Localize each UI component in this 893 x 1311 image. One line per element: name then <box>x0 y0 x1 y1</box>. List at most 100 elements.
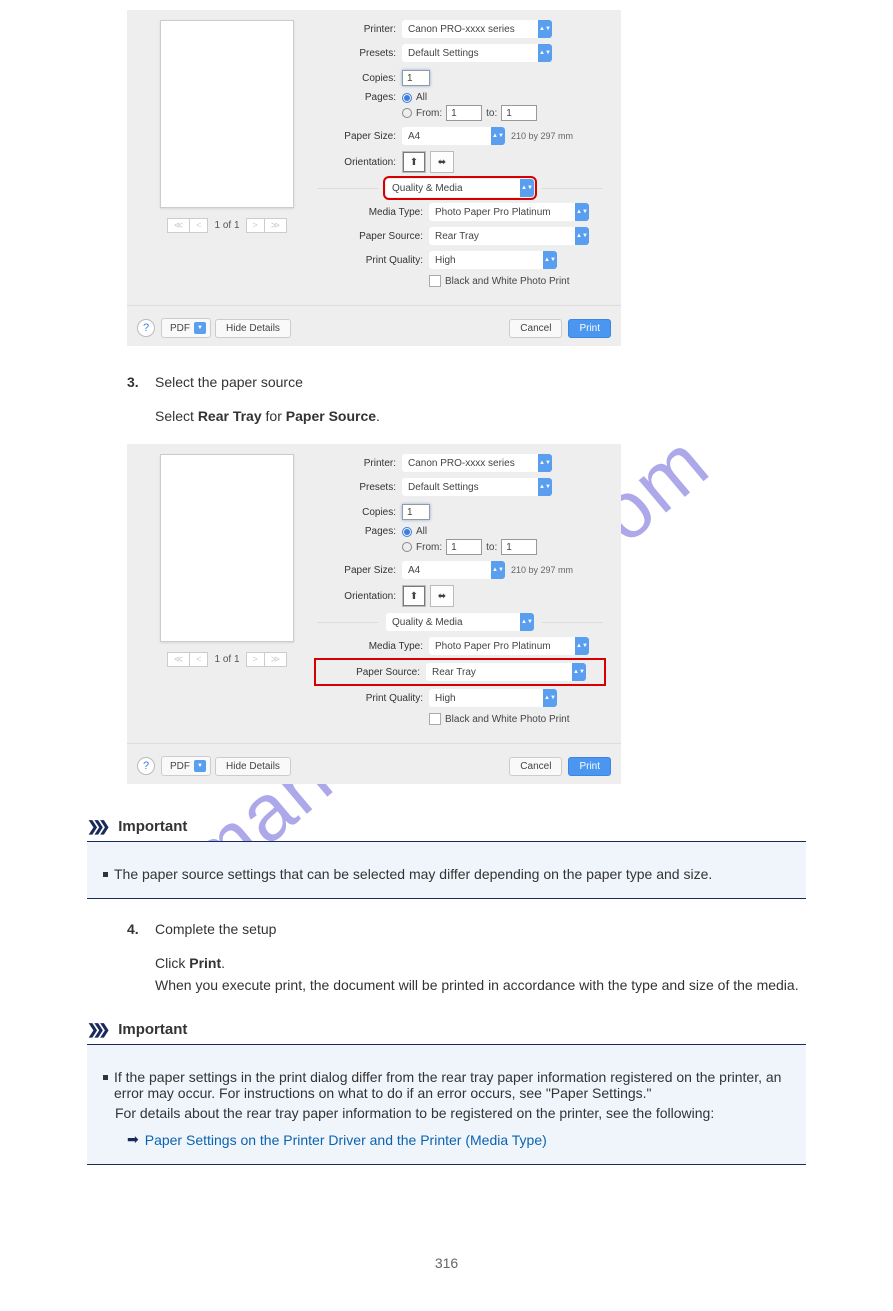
select-arrows-icon: ▲▼ <box>491 561 505 579</box>
preview-page-indicator: 1 of 1 <box>214 220 239 231</box>
hide-details-button[interactable]: Hide Details <box>215 319 291 338</box>
bw-print-checkbox[interactable] <box>429 713 441 725</box>
paper-size-label: Paper Size: <box>317 131 402 142</box>
panel-section-select[interactable]: Quality & Media▲▼ <box>386 179 534 197</box>
paper-source-select-text: Rear Tray <box>426 667 572 678</box>
select-arrows-icon: ▲▼ <box>543 251 557 269</box>
pages-to-label: to: <box>486 542 497 553</box>
orientation-landscape[interactable]: ⬌ <box>430 151 454 173</box>
chevron-sequence-icon: ❯❯❯ <box>87 1021 104 1038</box>
paper-source-select[interactable]: Rear Tray▲▼ <box>429 227 589 245</box>
panel-section-text: Quality & Media <box>386 183 520 194</box>
important-bullet-text-2: If the paper settings in the print dialo… <box>114 1069 790 1101</box>
select-arrows-icon: ▲▼ <box>572 663 586 681</box>
pages-from-radio[interactable] <box>402 542 412 552</box>
nav-first-prev[interactable]: ≪< <box>167 652 209 667</box>
help-button[interactable]: ? <box>137 757 155 775</box>
nav-next-last[interactable]: >≫ <box>246 218 288 233</box>
orientation-landscape[interactable]: ⬌ <box>430 585 454 607</box>
media-type-select[interactable]: Photo Paper Pro Platinum▲▼ <box>429 637 589 655</box>
paper-size-select[interactable]: A4▲▼ <box>402 561 505 579</box>
print-button[interactable]: Print <box>568 757 611 776</box>
nav-next-last[interactable]: >≫ <box>246 652 288 667</box>
step-3-title: Select the paper source <box>155 374 303 390</box>
presets-select[interactable]: Default Settings▲▼ <box>402 44 552 62</box>
print-quality-select-text: High <box>429 255 543 266</box>
hide-details-button[interactable]: Hide Details <box>215 757 291 776</box>
cancel-button[interactable]: Cancel <box>509 757 562 776</box>
cancel-button[interactable]: Cancel <box>509 319 562 338</box>
pages-from-label: From: <box>416 542 442 553</box>
panel-section-select[interactable]: Quality & Media▲▼ <box>386 613 534 631</box>
pdf-menu-button[interactable]: PDF ▼ <box>161 756 211 776</box>
important-title: Important <box>118 818 187 835</box>
pages-all-radio[interactable] <box>402 527 412 537</box>
pages-to-input[interactable]: 1 <box>501 539 537 555</box>
bw-print-checkbox[interactable] <box>429 275 441 287</box>
media-type-select-text: Photo Paper Pro Platinum <box>429 641 575 652</box>
paper-settings-link[interactable]: Paper Settings on the Printer Driver and… <box>145 1132 547 1148</box>
step-3-number: 3. <box>127 374 147 390</box>
copies-input[interactable]: 1 <box>402 504 430 520</box>
copies-input[interactable]: 1 <box>402 70 430 86</box>
paper-size-select-text: A4 <box>402 131 491 142</box>
printer-select-text: Canon PRO-xxxx series <box>402 458 538 469</box>
orientation-label: Orientation: <box>317 157 402 168</box>
print-quality-label: Print Quality: <box>317 693 429 704</box>
media-type-select-text: Photo Paper Pro Platinum <box>429 207 575 218</box>
presets-label: Presets: <box>317 48 402 59</box>
select-arrows-icon: ▼ <box>194 322 206 334</box>
pdf-menu-button[interactable]: PDF ▼ <box>161 318 211 338</box>
important-title-2: Important <box>118 1021 187 1038</box>
important-followup-text: For details about the rear tray paper in… <box>115 1105 790 1121</box>
printer-label: Printer: <box>317 458 402 469</box>
pages-label: Pages: <box>317 92 402 103</box>
media-type-select[interactable]: Photo Paper Pro Platinum▲▼ <box>429 203 589 221</box>
select-arrows-icon: ▲▼ <box>520 179 534 197</box>
presets-select-text: Default Settings <box>402 482 538 493</box>
paper-size-select-text: A4 <box>402 565 491 576</box>
paper-size-select[interactable]: A4▲▼ <box>402 127 505 145</box>
preview-page-indicator: 1 of 1 <box>214 654 239 665</box>
print-dialog-2: ≪< 1 of 1 >≫ Printer: Canon PRO-xxxx ser… <box>127 444 621 784</box>
paper-size-label: Paper Size: <box>317 565 402 576</box>
select-arrows-icon: ▲▼ <box>538 20 552 38</box>
paper-source-select[interactable]: Rear Tray▲▼ <box>426 663 586 681</box>
paper-source-label: Paper Source: <box>320 667 426 678</box>
pages-from-radio[interactable] <box>402 108 412 118</box>
bw-print-label: Black and White Photo Print <box>445 714 570 725</box>
arrow-right-icon: ➡ <box>127 1131 139 1148</box>
pages-all-radio[interactable] <box>402 93 412 103</box>
pdf-label: PDF <box>170 761 190 772</box>
important-header: ❯❯❯ Important <box>87 812 806 842</box>
pages-all-label: All <box>416 526 427 537</box>
print-dialog-1: ≪< 1 of 1 >≫ Printer: Canon PRO-xxxx ser… <box>127 10 621 346</box>
presets-select[interactable]: Default Settings▲▼ <box>402 478 552 496</box>
orientation-portrait[interactable]: ⬆︎ <box>402 585 426 607</box>
pages-from-input[interactable]: 1 <box>446 105 482 121</box>
orientation-portrait[interactable]: ⬆︎ <box>402 151 426 173</box>
select-arrows-icon: ▲▼ <box>520 613 534 631</box>
step-3-desc: Select Rear Tray for Paper Source. <box>155 408 380 424</box>
pages-from-input[interactable]: 1 <box>446 539 482 555</box>
pages-to-input[interactable]: 1 <box>501 105 537 121</box>
bullet-icon <box>103 1075 108 1080</box>
pages-label: Pages: <box>317 526 402 537</box>
print-quality-select[interactable]: High▲▼ <box>429 251 557 269</box>
step-4-number: 4. <box>127 921 147 937</box>
select-arrows-icon: ▲▼ <box>543 689 557 707</box>
select-arrows-icon: ▲▼ <box>538 44 552 62</box>
select-arrows-icon: ▲▼ <box>575 637 589 655</box>
select-arrows-icon: ▼ <box>194 760 206 772</box>
print-quality-select[interactable]: High▲▼ <box>429 689 557 707</box>
printer-label: Printer: <box>317 24 402 35</box>
panel-section-text: Quality & Media <box>386 617 520 628</box>
help-button[interactable]: ? <box>137 319 155 337</box>
preview-page <box>160 454 294 642</box>
print-button[interactable]: Print <box>568 319 611 338</box>
orientation-label: Orientation: <box>317 591 402 602</box>
print-quality-label: Print Quality: <box>317 255 429 266</box>
printer-select[interactable]: Canon PRO-xxxx series▲▼ <box>402 20 552 38</box>
nav-first-prev[interactable]: ≪< <box>167 218 209 233</box>
printer-select[interactable]: Canon PRO-xxxx series▲▼ <box>402 454 552 472</box>
